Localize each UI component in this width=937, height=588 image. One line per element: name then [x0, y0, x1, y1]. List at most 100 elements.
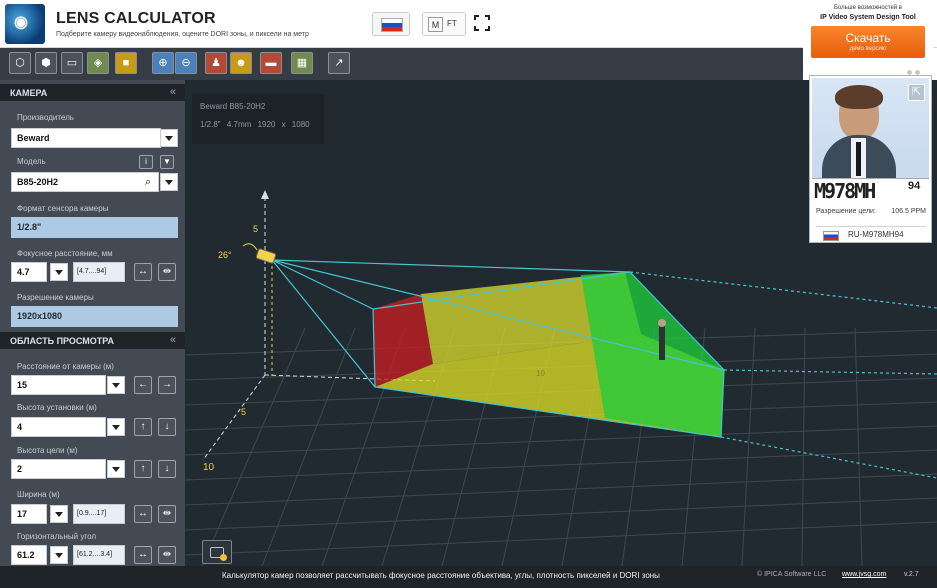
axis-label-side-5: 5: [241, 407, 246, 417]
view-section-header[interactable]: ОБЛАСТЬ ПРОСМОТРА «: [0, 332, 185, 349]
footer-company: © IPICA Software LLC: [757, 571, 827, 578]
width-shrink-button[interactable]: ⇹: [158, 505, 176, 523]
camera-info-model: Beward B85-20H2: [200, 102, 266, 111]
export-button[interactable]: ↗: [328, 52, 350, 74]
camera-info-resolution: 1920 x 1080: [257, 120, 310, 129]
collapse-icon[interactable]: «: [170, 86, 176, 98]
expand-icon: ↔: [138, 266, 148, 277]
target-height-label: Высота цели (м): [17, 446, 78, 455]
grid-button[interactable]: ▦: [291, 52, 313, 74]
preview-panel: ⇱ М978МН 94 Разрешение цели: 106.5 PPM R…: [809, 75, 932, 243]
height-input[interactable]: 4: [11, 417, 106, 437]
angle-label: Горизонтальный угол: [17, 532, 97, 541]
footer-description: Калькулятор камер позволяет рассчитывать…: [222, 571, 660, 580]
promo-carousel-dots[interactable]: [907, 62, 927, 75]
angle-expand-button[interactable]: ↔: [134, 546, 152, 564]
license-plate-preview: М978МН 94: [812, 178, 929, 204]
cube-icon: ⬢: [41, 57, 51, 69]
dome-camera-button[interactable]: ⬡: [9, 52, 31, 74]
model-label: Модель: [17, 157, 46, 166]
height-down-button[interactable]: ↓: [158, 418, 176, 436]
height-dropdown-icon[interactable]: [107, 418, 125, 436]
zoom-in-icon: ⊕: [158, 57, 168, 69]
resolution-value: 1920x1080: [11, 306, 178, 327]
screenshot-button[interactable]: [202, 540, 232, 564]
language-button[interactable]: [372, 12, 410, 36]
view-section-title: ОБЛАСТЬ ПРОСМОТРА: [10, 336, 115, 346]
plate-preview-text: М978МН: [814, 179, 876, 203]
distance-dropdown-icon[interactable]: [107, 376, 125, 394]
target-height-input[interactable]: 2: [11, 459, 106, 479]
info-icon[interactable]: i: [139, 155, 153, 169]
plate-button[interactable]: ▬: [260, 52, 282, 74]
focal-input[interactable]: 4.7: [11, 262, 47, 282]
target-resolution-value: 106.5 PPM: [891, 208, 926, 215]
manufacturer-select[interactable]: Beward: [11, 128, 161, 148]
app-header: ◉ LENS CALCULATOR Подберите камеру видео…: [0, 0, 937, 48]
video-camera-button[interactable]: ▭: [61, 52, 83, 74]
width-label: Ширина (м): [17, 490, 60, 499]
distance-right-button[interactable]: →: [158, 376, 176, 394]
angle-dropdown-icon[interactable]: [50, 546, 68, 564]
shrink-icon: ⇹: [162, 508, 172, 519]
focal-dropdown-icon[interactable]: [50, 263, 68, 281]
angle-shrink-button[interactable]: ⇹: [158, 546, 176, 564]
axis-arrow-icon: [261, 190, 269, 199]
zoom-out-button[interactable]: ⊖: [175, 52, 197, 74]
country-plate-label[interactable]: RU-M978MH94: [816, 226, 926, 241]
sensor-label: Формат сенсора камеры: [17, 204, 109, 213]
camera-section-header[interactable]: КАМЕРА «: [0, 84, 185, 101]
meters-toggle[interactable]: M: [428, 17, 443, 32]
target-icon: ◈: [93, 57, 103, 69]
distance-left-button[interactable]: ←: [134, 376, 152, 394]
fullscreen-icon[interactable]: [474, 15, 490, 31]
height-up-button[interactable]: ↑: [134, 418, 152, 436]
arrow-up-icon: ↑: [140, 463, 146, 474]
collapse-icon[interactable]: «: [170, 334, 176, 346]
width-expand-button[interactable]: ↔: [134, 505, 152, 523]
focal-expand-button[interactable]: ↔: [134, 263, 152, 281]
zoom-in-button[interactable]: ⊕: [152, 52, 174, 74]
focal-label: Фокусное расстояние, мм: [17, 249, 113, 258]
filter-icon[interactable]: ▼: [160, 155, 174, 169]
distance-input[interactable]: 15: [11, 375, 106, 395]
box-camera-button[interactable]: ⬢: [35, 52, 57, 74]
model-select[interactable]: B85-20H2: [11, 172, 159, 192]
angle-range: [61.2....3.4]: [73, 545, 125, 565]
model-dropdown-icon[interactable]: [160, 173, 178, 191]
angle-input[interactable]: 61.2: [11, 545, 47, 565]
height-label: Высота установки (м): [17, 403, 97, 412]
download-button[interactable]: Скачать демо версию: [811, 26, 925, 58]
manufacturer-dropdown-icon[interactable]: [160, 129, 178, 147]
fov-button[interactable]: ◈: [87, 52, 109, 74]
target-height-down-button[interactable]: ↓: [158, 460, 176, 478]
vehicle-button[interactable]: ■: [115, 52, 137, 74]
face-button[interactable]: ☻: [230, 52, 252, 74]
target-height-dropdown-icon[interactable]: [107, 460, 125, 478]
focal-shrink-button[interactable]: ⇹: [158, 263, 176, 281]
app-logo[interactable]: ◉: [5, 4, 45, 44]
settings-panel: КАМЕРА « Производитель Beward Модель i ▼…: [0, 80, 185, 588]
cube-icon: ⬡: [15, 57, 25, 69]
plate-icon: ▬: [265, 57, 277, 69]
arrow-right-icon: →: [162, 379, 172, 390]
arrow-down-icon: ↓: [164, 463, 170, 474]
distance-label: Расстояние от камеры (м): [17, 362, 114, 371]
expand-icon[interactable]: ⇱: [908, 84, 925, 101]
toolbar: ⬡ ⬢ ▭ ◈ ■ ⊕ ⊖ ♟ ☻ ▬ ▦ ↗: [0, 48, 803, 80]
width-input[interactable]: 17: [11, 504, 47, 524]
logo-camera-icon: ◉: [14, 14, 28, 31]
status-footer: Калькулятор камер позволяет рассчитывать…: [0, 566, 937, 588]
search-icon[interactable]: ⌕: [145, 176, 151, 189]
expand-icon: ↔: [138, 549, 148, 560]
app-title: LENS CALCULATOR: [56, 10, 216, 27]
version-label: v.2.7: [904, 571, 919, 578]
russian-flag-icon: [381, 18, 403, 32]
target-height-up-button[interactable]: ↑: [134, 460, 152, 478]
arrow-down-icon: ↓: [164, 421, 170, 432]
width-dropdown-icon[interactable]: [50, 505, 68, 523]
website-link[interactable]: www.jvsg.com: [842, 571, 886, 578]
person-button[interactable]: ♟: [205, 52, 227, 74]
download-label: Скачать: [845, 31, 891, 45]
feet-toggle[interactable]: FT: [447, 19, 457, 28]
